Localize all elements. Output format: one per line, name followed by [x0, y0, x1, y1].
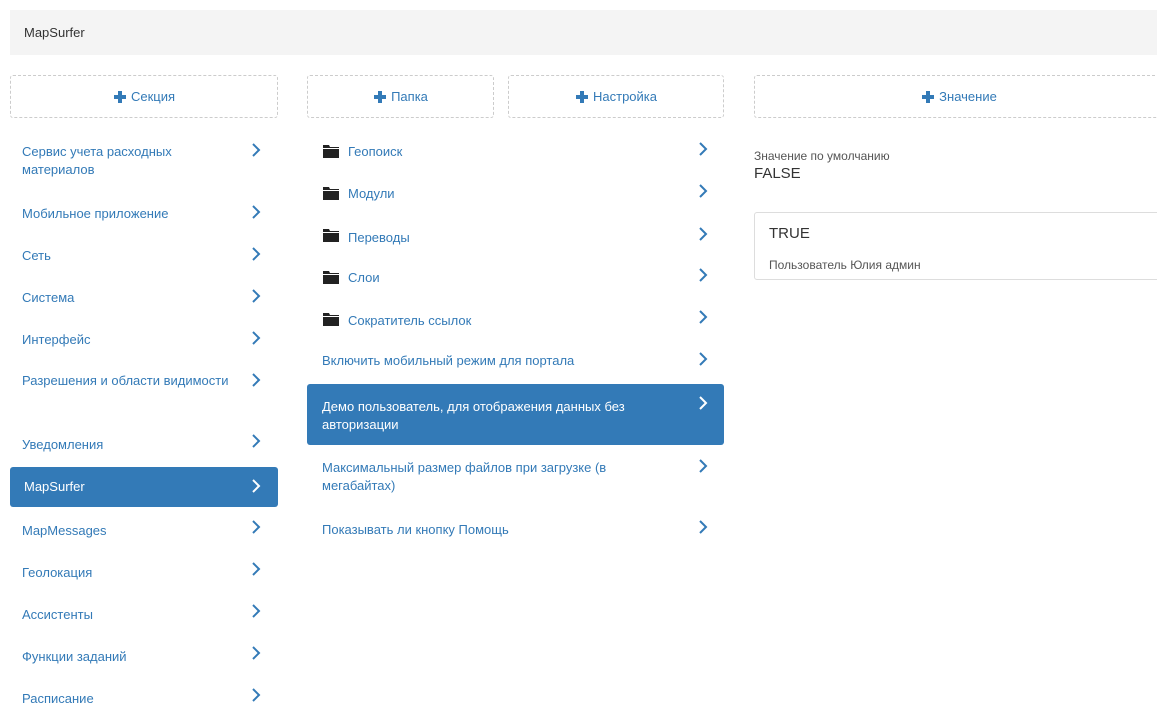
section-item-system[interactable]: Система [10, 282, 278, 312]
section-item-label: MapSurfer [24, 479, 85, 494]
section-item-label: Мобильное приложение [22, 206, 169, 221]
chevron-right-icon [250, 373, 262, 387]
section-item-task-functions[interactable]: Функции заданий [10, 641, 278, 671]
add-folder-label: Папка [391, 89, 428, 104]
section-item-mapmessages[interactable]: MapMessages [10, 515, 278, 545]
section-item-permissions[interactable]: Разрешения и области видимости [10, 366, 278, 396]
section-item-network[interactable]: Сеть [10, 240, 278, 270]
setting-item-label: Демо пользователь, для отображения данны… [322, 399, 625, 414]
add-folder-button[interactable]: Папка [307, 75, 494, 118]
chevron-right-icon [250, 331, 262, 345]
add-section-button[interactable]: Секция [10, 75, 278, 118]
section-item-label: Расписание [22, 691, 94, 706]
folder-item-label: Переводы [348, 230, 410, 245]
section-item-label: MapMessages [22, 523, 107, 538]
chevron-right-icon [697, 227, 709, 241]
chevron-right-icon [250, 562, 262, 576]
setting-item-mobile-mode[interactable]: Включить мобильный режим для портала [307, 346, 724, 376]
folder-icon [323, 186, 339, 200]
folder-item-layers[interactable]: Слои [307, 264, 724, 294]
section-item-label: Геолокация [22, 565, 93, 580]
default-value: FALSE [754, 165, 801, 182]
chevron-right-icon [250, 520, 262, 534]
chevron-right-icon [250, 434, 262, 448]
folder-item-modules[interactable]: Модули [307, 180, 724, 210]
chevron-right-icon [250, 289, 262, 303]
chevron-right-icon [697, 520, 709, 534]
default-value-label: Значение по умолчанию [754, 149, 890, 163]
chevron-right-icon [697, 142, 709, 156]
setting-item-label-2: авторизации [322, 417, 399, 432]
section-item-label: Разрешения и области видимости [22, 373, 229, 388]
folder-item-geosearch[interactable]: Геопоиск [307, 138, 724, 168]
folder-item-link-shortener[interactable]: Сократитель ссылок [307, 306, 724, 336]
folder-icon [323, 228, 339, 242]
add-setting-label: Настройка [593, 89, 657, 104]
section-item-interface[interactable]: Интерфейс [10, 324, 278, 354]
folder-item-translations[interactable]: Переводы [307, 222, 724, 252]
folder-item-label: Сократитель ссылок [348, 313, 472, 328]
section-item-label: Уведомления [22, 437, 104, 452]
section-item-assistants[interactable]: Ассистенты [10, 599, 278, 629]
setting-item-label: Включить мобильный режим для портала [322, 353, 575, 368]
add-value-button[interactable]: Значение [754, 75, 1157, 118]
chevron-right-icon [250, 247, 262, 261]
folder-item-label: Модули [348, 186, 395, 201]
setting-item-help-button[interactable]: Показывать ли кнопку Помощь [307, 515, 724, 545]
section-item-label: Система [22, 290, 75, 305]
chevron-right-icon [697, 268, 709, 282]
section-item-label: Сервис учета расходных [22, 144, 172, 159]
app-title: MapSurfer [24, 25, 85, 40]
chevron-right-icon [250, 479, 262, 493]
setting-item-label: Максимальный размер файлов при загрузке … [322, 460, 607, 475]
chevron-right-icon [250, 646, 262, 660]
chevron-right-icon [250, 604, 262, 618]
add-setting-button[interactable]: Настройка [508, 75, 724, 118]
chevron-right-icon [250, 205, 262, 219]
add-value-label: Значение [939, 89, 997, 104]
section-item-label: Сеть [22, 248, 51, 263]
value-card[interactable]: TRUE Пользователь Юлия админ [754, 212, 1157, 280]
section-item-schedule[interactable]: Расписание [10, 683, 278, 706]
section-item-consumables[interactable]: Сервис учета расходных материалов [10, 138, 278, 182]
chevron-right-icon [697, 396, 709, 410]
chevron-right-icon [250, 688, 262, 702]
plus-icon [921, 90, 935, 104]
folder-item-label: Слои [348, 270, 380, 285]
chevron-right-icon [697, 184, 709, 198]
section-item-notifications[interactable]: Уведомления [10, 429, 278, 459]
section-item-mobile-app[interactable]: Мобильное приложение [10, 198, 278, 228]
chevron-right-icon [697, 310, 709, 324]
section-item-label: Интерфейс [22, 332, 91, 347]
section-item-label-2: материалов [22, 162, 95, 177]
add-section-label: Секция [130, 89, 176, 104]
folder-icon [323, 270, 339, 284]
setting-item-label: Показывать ли кнопку Помощь [322, 522, 509, 537]
plus-icon [373, 90, 387, 104]
value-user: Пользователь Юлия админ [769, 258, 921, 272]
chevron-right-icon [697, 459, 709, 473]
chevron-right-icon [697, 352, 709, 366]
setting-item-demo-user[interactable]: Демо пользователь, для отображения данны… [307, 384, 724, 445]
value-text: TRUE [769, 225, 810, 242]
setting-item-label-2: мегабайтах) [322, 478, 396, 493]
section-item-geolocation[interactable]: Геолокация [10, 557, 278, 587]
plus-icon [113, 90, 127, 104]
plus-icon [575, 90, 589, 104]
app-title-bar: MapSurfer [10, 10, 1157, 55]
chevron-right-icon [250, 143, 262, 157]
section-item-label: Функции заданий [22, 649, 127, 664]
setting-item-max-file-size[interactable]: Максимальный размер файлов при загрузке … [307, 453, 724, 499]
folder-icon [323, 144, 339, 158]
section-item-label: Ассистенты [22, 607, 93, 622]
folder-icon [323, 312, 339, 326]
folder-item-label: Геопоиск [348, 144, 403, 159]
section-item-mapsurfer[interactable]: MapSurfer [10, 467, 278, 507]
